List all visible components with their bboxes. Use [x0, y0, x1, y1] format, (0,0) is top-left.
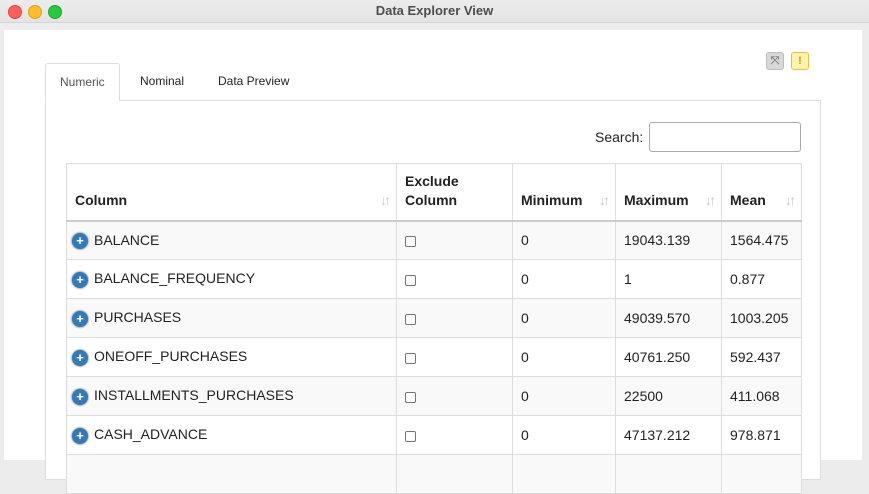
header-exclude-label-line2: Column [405, 191, 458, 208]
title-bar: Data Explorer View [0, 0, 869, 23]
maximum-cell: 47137.212 [615, 415, 722, 455]
exclude-checkbox[interactable] [405, 430, 416, 442]
expand-row-icon[interactable]: + [72, 271, 88, 288]
expand-row-icon[interactable]: + [72, 232, 88, 249]
exclude-cell [396, 415, 513, 455]
column-name: BALANCE_FREQUENCY [94, 270, 256, 287]
maximum-cell: 19043.139 [615, 220, 722, 260]
minimum-cell [512, 454, 616, 494]
exclude-checkbox[interactable] [405, 352, 416, 364]
search-label: Search: [595, 129, 644, 145]
exclude-checkbox[interactable] [405, 391, 416, 403]
warning-icon[interactable]: ! [791, 52, 809, 70]
column-name-cell: + CASH_ADVANCE [66, 415, 397, 455]
numeric-stats-table: Column ↓↑ Exclude Column Minimum ↓↑ Maxi… [66, 163, 802, 494]
maximum-cell [615, 454, 722, 494]
sort-icon: ↓↑ [599, 191, 610, 208]
mean-cell: 1003.205 [721, 298, 802, 338]
table-row: + INSTALLMENTS_PURCHASES 0 22500 411.068 [66, 376, 802, 416]
expand-row-icon[interactable]: + [72, 349, 88, 366]
minimum-cell: 0 [512, 376, 616, 416]
column-name-cell: + PURCHASES [66, 298, 397, 338]
view-content: ⤧ ! Numeric Nominal Data Preview Search:… [4, 30, 862, 494]
exclude-checkbox[interactable] [405, 274, 416, 286]
mean-cell [721, 454, 802, 494]
column-name-cell: + ONEOFF_PURCHASES [66, 337, 397, 377]
header-exclude-label-line1: Exclude [405, 172, 459, 189]
header-maximum-label: Maximum [624, 191, 689, 208]
table-row: + PURCHASES 0 49039.570 1003.205 [66, 298, 802, 338]
tab-data-preview[interactable]: Data Preview [204, 63, 303, 101]
numeric-tab-panel: Search: Column ↓↑ Exclude Column Minimum… [45, 100, 821, 494]
header-minimum-label: Minimum [521, 191, 583, 208]
header-mean-label: Mean [730, 191, 766, 208]
exclude-cell [396, 376, 513, 416]
maximum-cell: 40761.250 [615, 337, 722, 377]
column-name: CASH_ADVANCE [94, 426, 208, 443]
window-title: Data Explorer View [375, 3, 494, 18]
minimum-cell: 0 [512, 220, 616, 260]
header-exclude-column: Exclude Column [396, 163, 513, 222]
exclude-cell [396, 337, 513, 377]
header-column-label: Column [75, 191, 128, 208]
expand-row-icon[interactable]: + [72, 388, 88, 405]
minimum-cell: 0 [512, 298, 616, 338]
mean-cell: 0.877 [721, 259, 802, 299]
header-minimum[interactable]: Minimum ↓↑ [512, 163, 616, 222]
header-mean[interactable]: Mean ↓↑ [721, 163, 802, 222]
mean-cell: 978.871 [721, 415, 802, 455]
maximum-cell: 49039.570 [615, 298, 722, 338]
column-name: ONEOFF_PURCHASES [94, 348, 248, 365]
maximum-cell: 1 [615, 259, 722, 299]
mean-cell: 592.437 [721, 337, 802, 377]
minimum-cell: 0 [512, 259, 616, 299]
exclude-checkbox[interactable] [405, 313, 416, 325]
column-name-cell: + BALANCE_FREQUENCY [66, 259, 397, 299]
table-row: + CASH_ADVANCE 0 47137.212 978.871 [66, 415, 802, 455]
tab-numeric[interactable]: Numeric [45, 63, 120, 101]
expand-row-icon[interactable]: + [72, 310, 88, 327]
exclude-cell [396, 220, 513, 260]
table-row: + BALANCE_FREQUENCY 0 1 0.877 [66, 259, 802, 299]
sort-icon: ↓↑ [380, 191, 391, 208]
sort-icon: ↓↑ [785, 191, 796, 208]
expand-icon[interactable]: ⤧ [766, 52, 784, 70]
column-name-cell: + BALANCE [66, 220, 397, 260]
column-name: BALANCE [94, 231, 160, 248]
minimum-cell: 0 [512, 337, 616, 377]
header-maximum[interactable]: Maximum ↓↑ [615, 163, 722, 222]
table-row: + BALANCE 0 19043.139 1564.475 [66, 220, 802, 260]
search-input[interactable] [649, 122, 801, 152]
exclude-cell [396, 298, 513, 338]
expand-row-icon[interactable]: + [72, 427, 88, 444]
maximum-cell: 22500 [615, 376, 722, 416]
mean-cell: 411.068 [721, 376, 802, 416]
column-name-cell [66, 454, 397, 494]
column-name: INSTALLMENTS_PURCHASES [94, 387, 294, 404]
column-name: PURCHASES [94, 309, 182, 326]
minimum-cell: 0 [512, 415, 616, 455]
column-name-cell: + INSTALLMENTS_PURCHASES [66, 376, 397, 416]
table-row [66, 454, 802, 494]
header-column[interactable]: Column ↓↑ [66, 163, 397, 222]
table-row: + ONEOFF_PURCHASES 0 40761.250 592.437 [66, 337, 802, 377]
sort-icon: ↓↑ [705, 191, 716, 208]
table-header-row: Column ↓↑ Exclude Column Minimum ↓↑ Maxi… [66, 163, 802, 222]
exclude-cell [396, 259, 513, 299]
exclude-checkbox[interactable] [405, 236, 416, 248]
tab-nominal[interactable]: Nominal [126, 63, 198, 101]
mean-cell: 1564.475 [721, 220, 802, 260]
exclude-cell [396, 454, 513, 494]
